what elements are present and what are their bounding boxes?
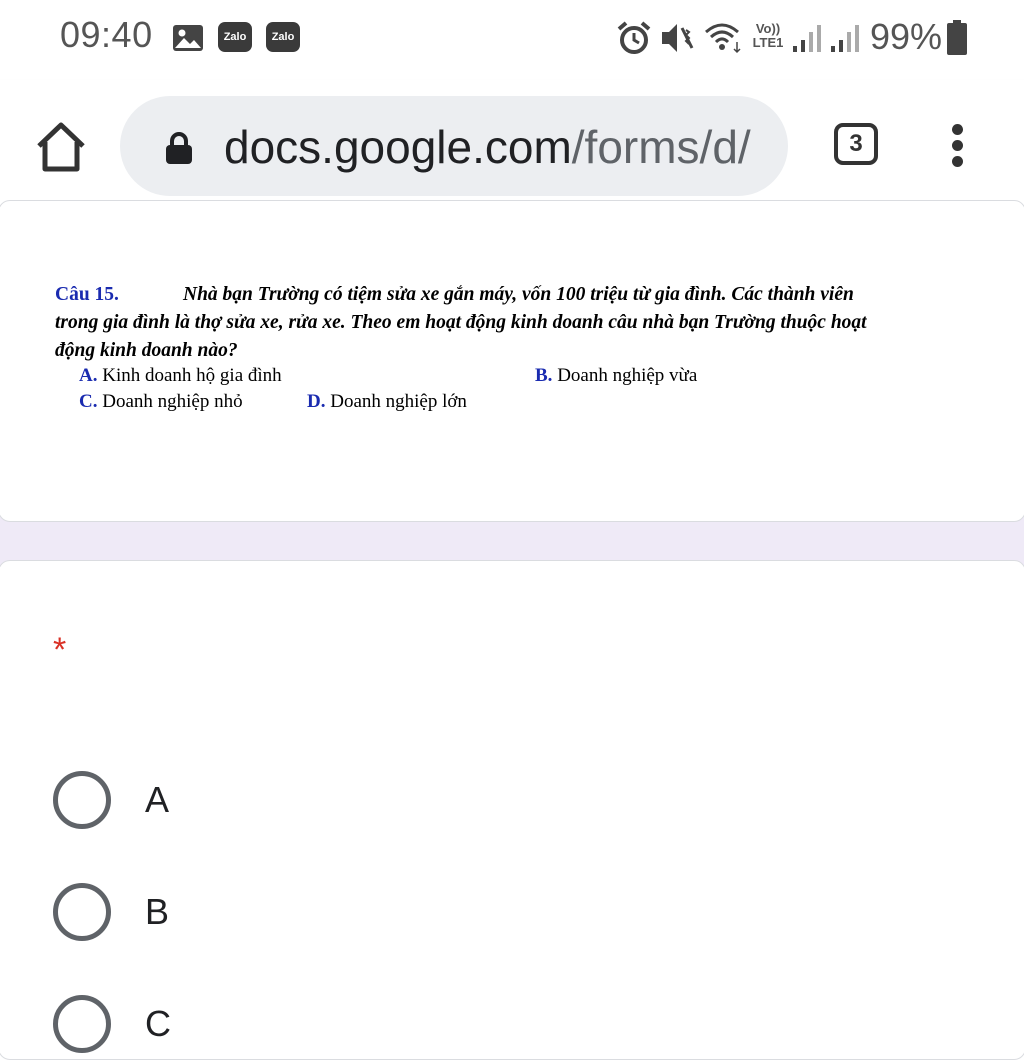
lock-icon — [166, 132, 192, 164]
zalo-notification-icon: Zalo — [266, 22, 300, 52]
required-mark: * — [53, 631, 67, 669]
form-page: Câu 15. Nhà bạn Trường có tiệm sửa xe gắn… — [0, 200, 1024, 1060]
option-row: C. Doanh nghiệp nhỏ D. Doanh nghiệp lớn — [55, 391, 965, 417]
signal-icon — [831, 25, 859, 52]
url-path: /forms/d/ — [571, 121, 751, 173]
battery-icon — [947, 20, 967, 55]
radio-button[interactable] — [53, 995, 111, 1053]
image-icon — [173, 25, 203, 51]
signal-icon — [793, 25, 821, 52]
question-image: Câu 15. Nhà bạn Trường có tiệm sửa xe gắn… — [55, 281, 965, 417]
option-d: D. Doanh nghiệp lớn — [307, 391, 467, 412]
question-card: Câu 15. Nhà bạn Trường có tiệm sửa xe gắn… — [0, 200, 1024, 522]
option-row: A. Kinh doanh hộ gia đình B. Doanh nghiệ… — [55, 365, 965, 391]
tab-switcher-button[interactable]: 3 — [834, 123, 878, 165]
status-time: 09:40 — [60, 14, 153, 55]
choice-b[interactable]: B — [53, 883, 653, 943]
vibrate-icon — [662, 24, 694, 52]
choice-c[interactable]: C — [53, 995, 653, 1055]
choice-label: B — [145, 891, 170, 932]
status-bar: 09:40 Zalo Zalo Vo)) LTE1 99% — [0, 0, 1024, 80]
question-line-1: Câu 15. Nhà bạn Trường có tiệm sửa xe gắn… — [55, 281, 965, 309]
question-text-1: Nhà bạn Trường có tiệm sửa xe gắn máy, v… — [183, 284, 854, 305]
answer-card: * A B C — [0, 560, 1024, 1060]
option-b: B. Doanh nghiệp vừa — [535, 365, 698, 386]
wifi-icon — [705, 23, 741, 54]
option-a: A. Kinh doanh hộ gia đình — [79, 365, 282, 386]
network-type-label: Vo)) LTE1 — [752, 21, 784, 50]
address-bar[interactable]: docs.google.com/forms/d/ — [120, 96, 788, 196]
zalo-notification-icon: Zalo — [218, 22, 252, 52]
radio-button[interactable] — [53, 883, 111, 941]
option-c: C. Doanh nghiệp nhỏ — [79, 391, 243, 412]
choice-a[interactable]: A — [53, 771, 653, 831]
battery-percent: 99% — [870, 16, 943, 57]
radio-button[interactable] — [53, 771, 111, 829]
question-text-2: trong gia đình là thợ sửa xe, rửa xe. Th… — [55, 312, 867, 333]
home-icon[interactable] — [34, 120, 88, 174]
question-number: Câu 15. — [55, 284, 119, 305]
url-text: docs.google.com/forms/d/ — [224, 120, 751, 174]
alarm-icon — [617, 21, 651, 54]
url-domain: docs.google.com — [224, 121, 572, 173]
choice-label: A — [145, 779, 170, 820]
more-options-icon[interactable] — [946, 124, 968, 168]
choice-label: C — [145, 1003, 171, 1044]
browser-toolbar: docs.google.com/forms/d/ 3 — [0, 80, 1024, 214]
question-text-3: động kinh doanh nào? — [55, 340, 238, 361]
